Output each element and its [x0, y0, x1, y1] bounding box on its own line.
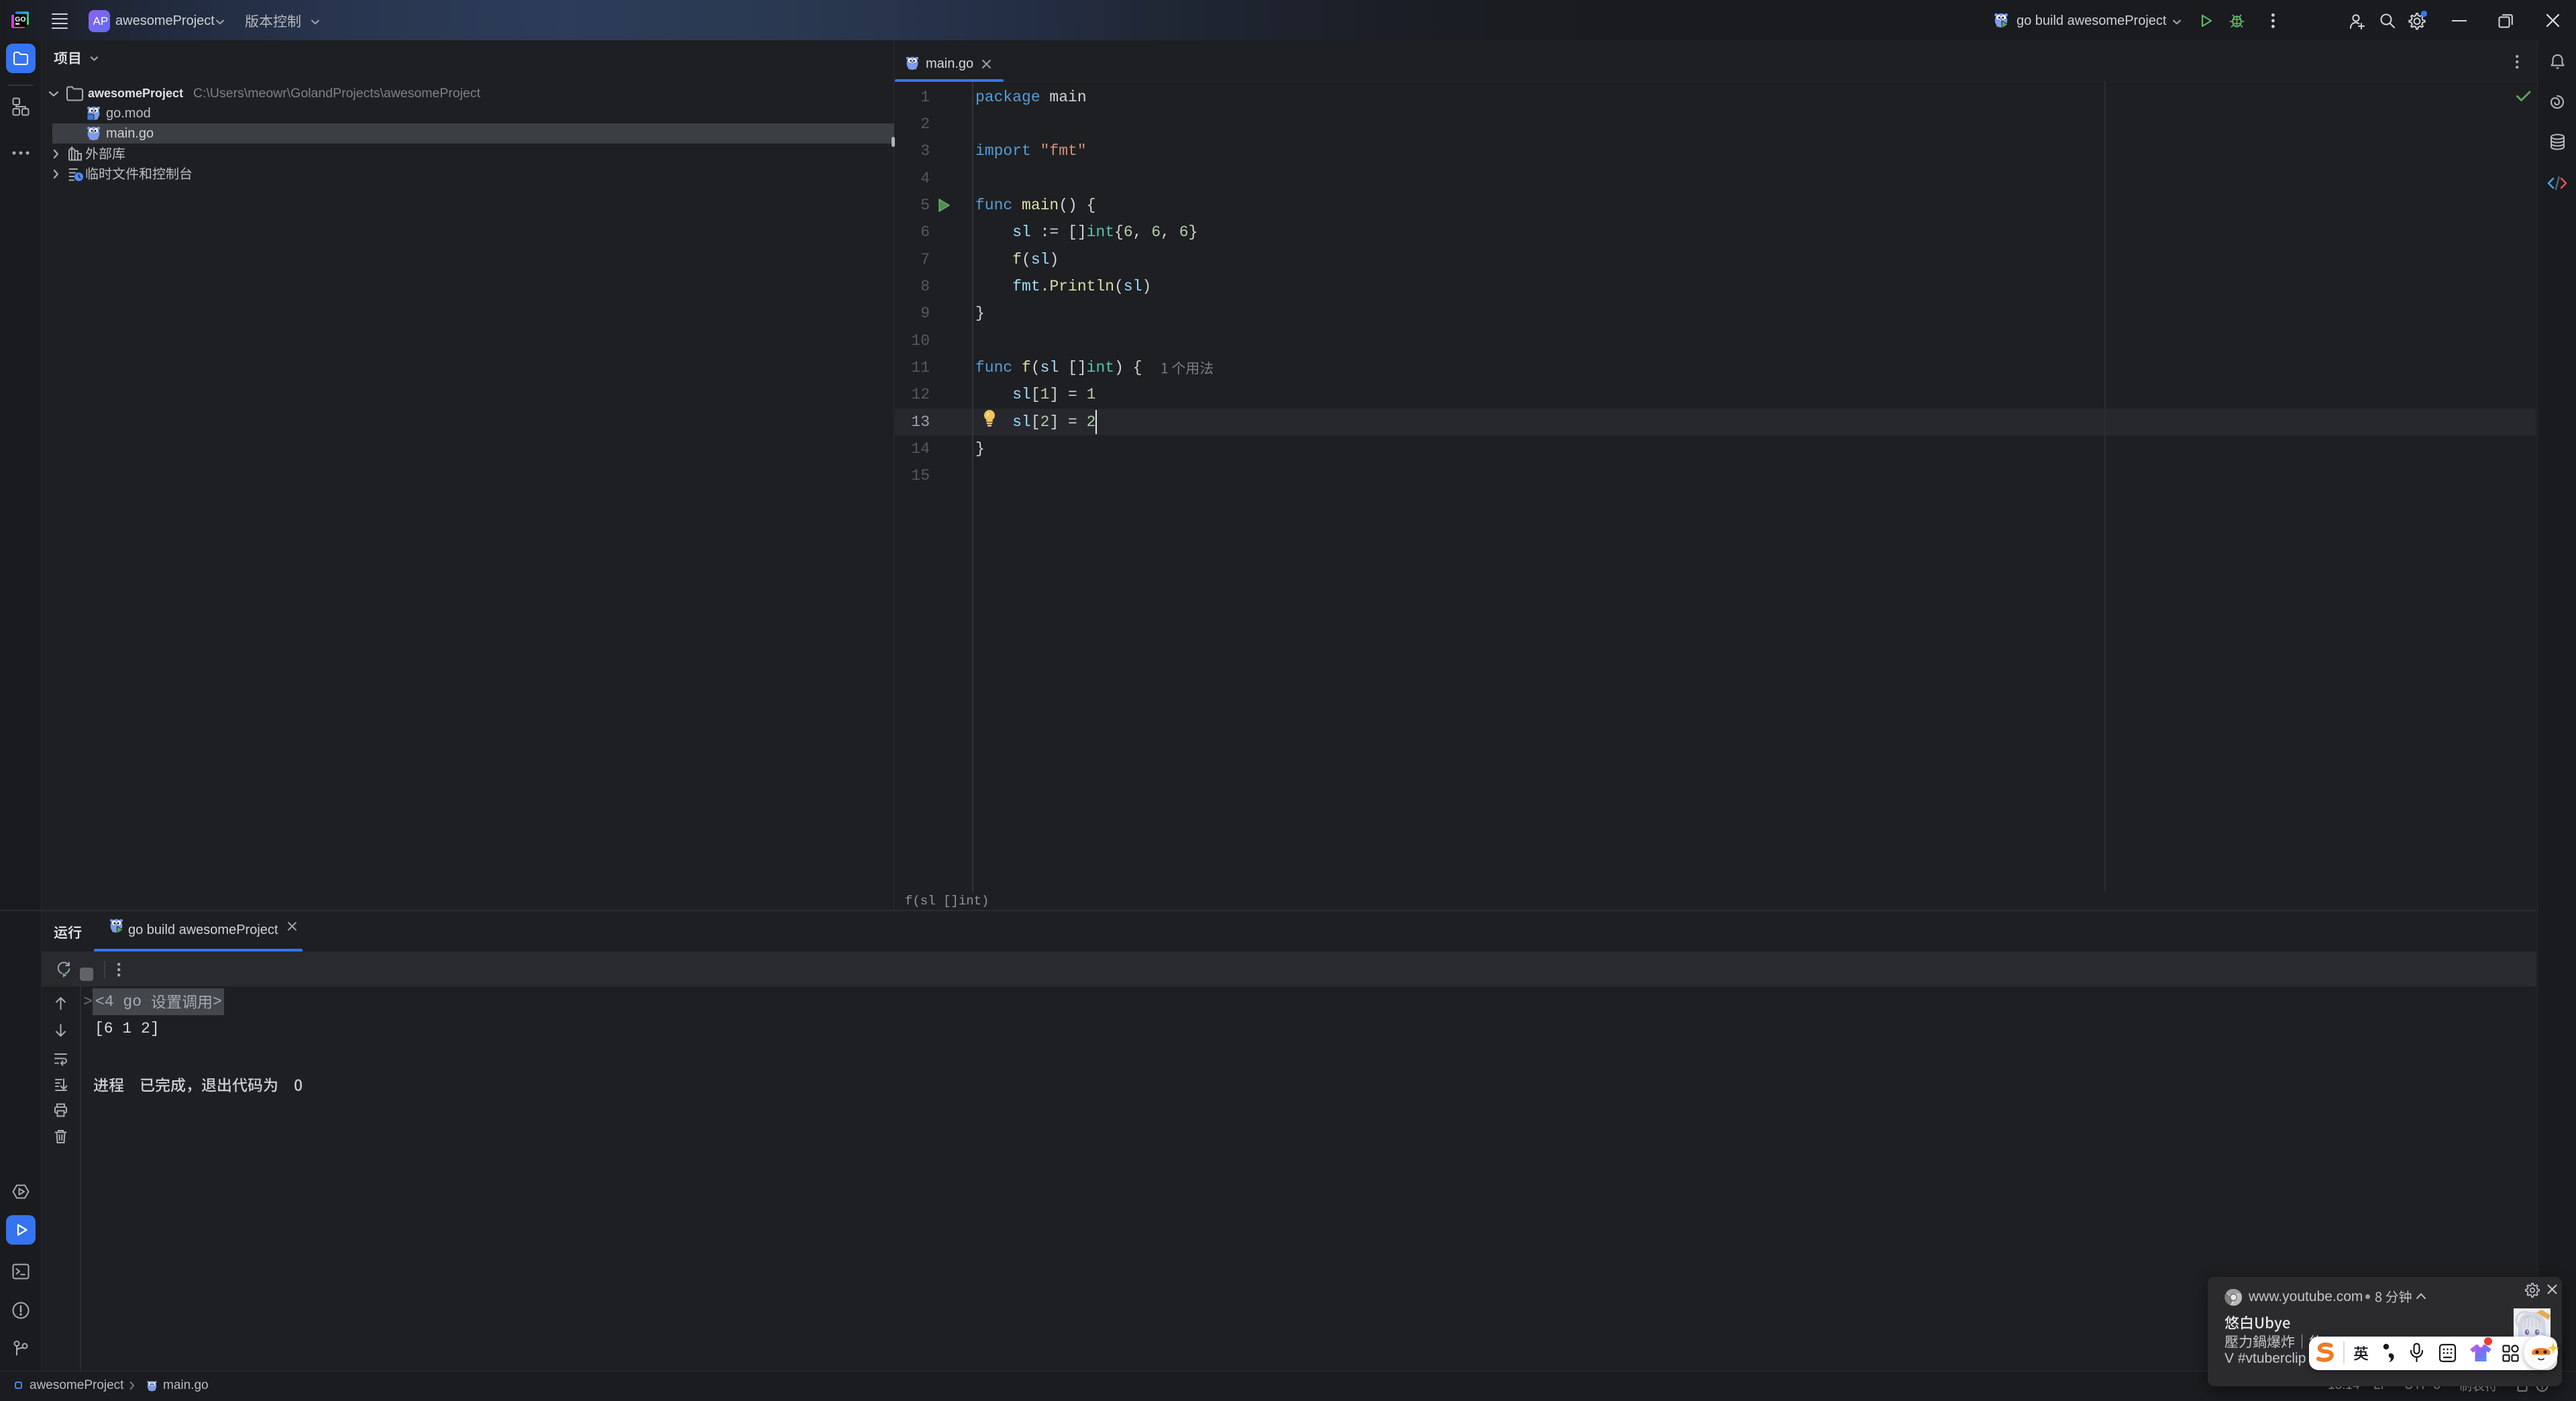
svg-text:GO: GO — [15, 15, 25, 23]
